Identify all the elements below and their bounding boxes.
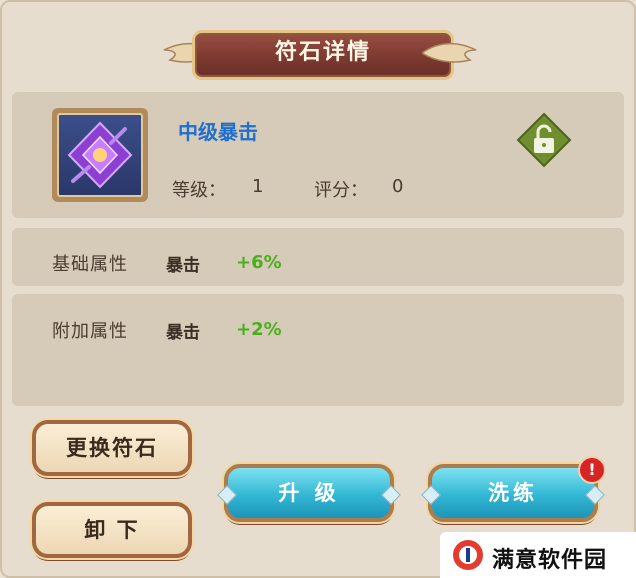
extra-attr-panel [12, 294, 624, 406]
logo-text: 满意软件园 [492, 548, 608, 573]
base-attr-value: +6% [236, 252, 282, 273]
title-ornament-right [422, 42, 477, 63]
level-value: 1 [252, 176, 264, 197]
base-attr-label: 基础属性 [52, 254, 128, 275]
refine-button[interactable]: 洗练 [421, 464, 605, 522]
level-label: 等级： [172, 180, 226, 201]
score-value: 0 [392, 176, 404, 197]
rune-name: 中级暴击 [178, 120, 258, 144]
upgrade-button[interactable]: 升 级 [217, 464, 401, 522]
site-logo: 满意软件园 [440, 532, 636, 578]
upgrade-label: 升 级 [278, 481, 340, 505]
refine-label: 洗练 [488, 481, 538, 505]
alert-badge: ! [578, 456, 606, 484]
extra-attr-name: 暴击 [166, 323, 200, 343]
title-banner: 符石详情 [160, 26, 480, 80]
rune-icon-slot[interactable] [52, 108, 148, 202]
extra-attr-value: +2% [236, 319, 282, 340]
crit-rune-icon [67, 121, 133, 189]
page-title: 符石详情 [192, 30, 454, 80]
score-label: 评分： [314, 180, 368, 201]
unlocked-lock-icon[interactable] [516, 112, 572, 168]
base-attr-name: 暴击 [166, 256, 200, 276]
extra-attr-label: 附加属性 [52, 321, 128, 342]
logo-icon [453, 540, 483, 570]
replace-rune-button[interactable]: 更换符石 [32, 420, 192, 476]
unload-button[interactable]: 卸 下 [32, 502, 192, 558]
